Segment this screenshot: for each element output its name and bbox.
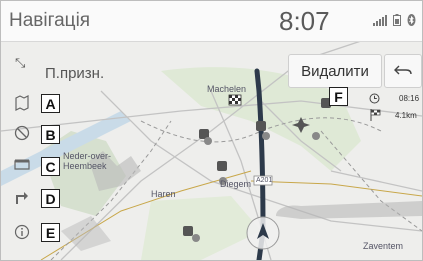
navigation-screen: Machelen Neder-over-Heembeek Diegem Hare… xyxy=(0,0,423,261)
arrival-time: 08:16 xyxy=(399,94,420,103)
info-icon[interactable] xyxy=(13,223,31,241)
map-label-neder-over-heembeek: Neder-over-Heembeek xyxy=(63,151,112,171)
fullscreen-icon[interactable]: ⤡ xyxy=(15,55,25,71)
bluetooth-icon xyxy=(407,14,416,26)
detour-icon[interactable] xyxy=(13,188,31,206)
finish-flag-icon xyxy=(370,109,381,121)
back-arrow-icon xyxy=(394,65,412,75)
status-area xyxy=(373,14,416,26)
remaining-distance: 4.1km xyxy=(395,111,417,120)
callout-f: F xyxy=(329,87,348,106)
callout-a: A xyxy=(41,94,60,113)
map-label-diegem: Diegem xyxy=(220,179,252,189)
callout-c: C xyxy=(41,157,60,176)
no-entry-icon[interactable] xyxy=(13,124,31,142)
callout-d: D xyxy=(41,189,60,208)
clock-icon xyxy=(369,93,380,104)
route-info-panel[interactable]: 08:16 4.1km xyxy=(367,91,422,127)
callout-b: B xyxy=(41,125,60,144)
battery-icon xyxy=(393,14,401,26)
map-label-zaventem: Zaventem xyxy=(363,241,404,251)
destinations-label[interactable]: П.призн. xyxy=(45,65,104,82)
map-label-haren: Haren xyxy=(151,189,176,199)
road-label-a201: A201 xyxy=(256,177,273,184)
map-label-machelen: Machelen xyxy=(207,84,247,94)
signal-icon xyxy=(373,14,387,26)
delete-button[interactable]: Видалити xyxy=(288,54,382,88)
back-button[interactable] xyxy=(384,54,422,88)
header-bar: Навігація 8:07 xyxy=(1,1,422,42)
checkered-flag-icon[interactable] xyxy=(13,156,31,174)
callout-e: E xyxy=(41,223,60,242)
page-title: Навігація xyxy=(9,10,91,31)
map-route-icon[interactable] xyxy=(13,94,31,112)
clock: 8:07 xyxy=(279,6,330,36)
